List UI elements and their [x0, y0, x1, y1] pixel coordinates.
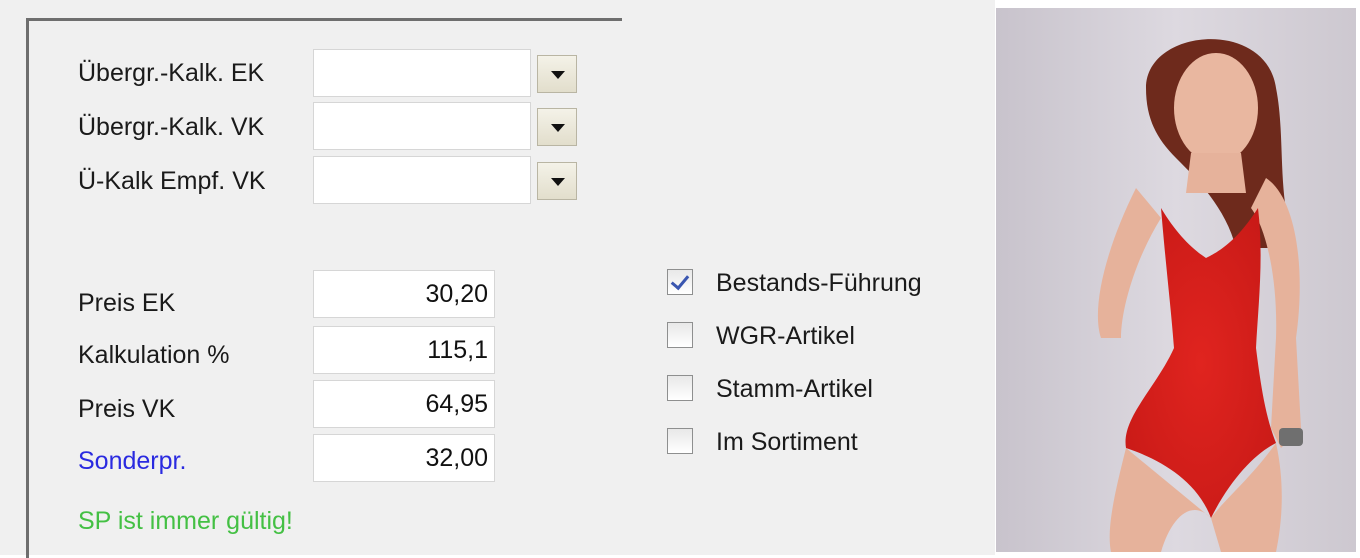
chevron-down-icon[interactable] — [537, 55, 577, 93]
uebergr-kalk-ek-combo[interactable] — [313, 49, 531, 97]
preis-vk-input[interactable]: 64,95 — [313, 380, 495, 428]
sonderpreis-input[interactable]: 32,00 — [313, 434, 495, 482]
bestands-fuehrung-checkbox[interactable] — [667, 269, 693, 295]
product-photo — [996, 8, 1356, 552]
product-photo-illustration — [1097, 39, 1303, 552]
kalkulation-label: Kalkulation % — [78, 341, 230, 369]
im-sortiment-checkbox[interactable] — [667, 428, 693, 454]
preis-ek-label: Preis EK — [78, 289, 176, 317]
stamm-artikel-label[interactable]: Stamm-Artikel — [716, 374, 873, 404]
uebergr-kalk-vk-combo[interactable] — [313, 102, 531, 150]
wgr-artikel-checkbox[interactable] — [667, 322, 693, 348]
sonderpreis-label: Sonderpr. — [78, 447, 187, 475]
preis-ek-input[interactable]: 30,20 — [313, 270, 495, 318]
ue-kalk-empf-vk-label: Ü-Kalk Empf. VK — [78, 167, 266, 195]
stamm-artikel-checkbox[interactable] — [667, 375, 693, 401]
wgr-artikel-label[interactable]: WGR-Artikel — [716, 321, 855, 351]
kalkulation-input[interactable]: 115,1 — [313, 326, 495, 374]
chevron-down-icon[interactable] — [537, 162, 577, 200]
uebergr-kalk-ek-label: Übergr.-Kalk. EK — [78, 59, 265, 87]
article-price-panel: Übergr.-Kalk. EK Übergr.-Kalk. VK Ü-Kalk… — [0, 0, 995, 558]
bestands-fuehrung-label[interactable]: Bestands-Führung — [716, 268, 922, 298]
im-sortiment-label[interactable]: Im Sortiment — [716, 427, 858, 457]
ue-kalk-empf-vk-combo[interactable] — [313, 156, 531, 204]
special-price-note: SP ist immer gültig! — [78, 507, 293, 535]
chevron-down-icon[interactable] — [537, 108, 577, 146]
uebergr-kalk-vk-label: Übergr.-Kalk. VK — [78, 113, 265, 141]
preis-vk-label: Preis VK — [78, 395, 176, 423]
